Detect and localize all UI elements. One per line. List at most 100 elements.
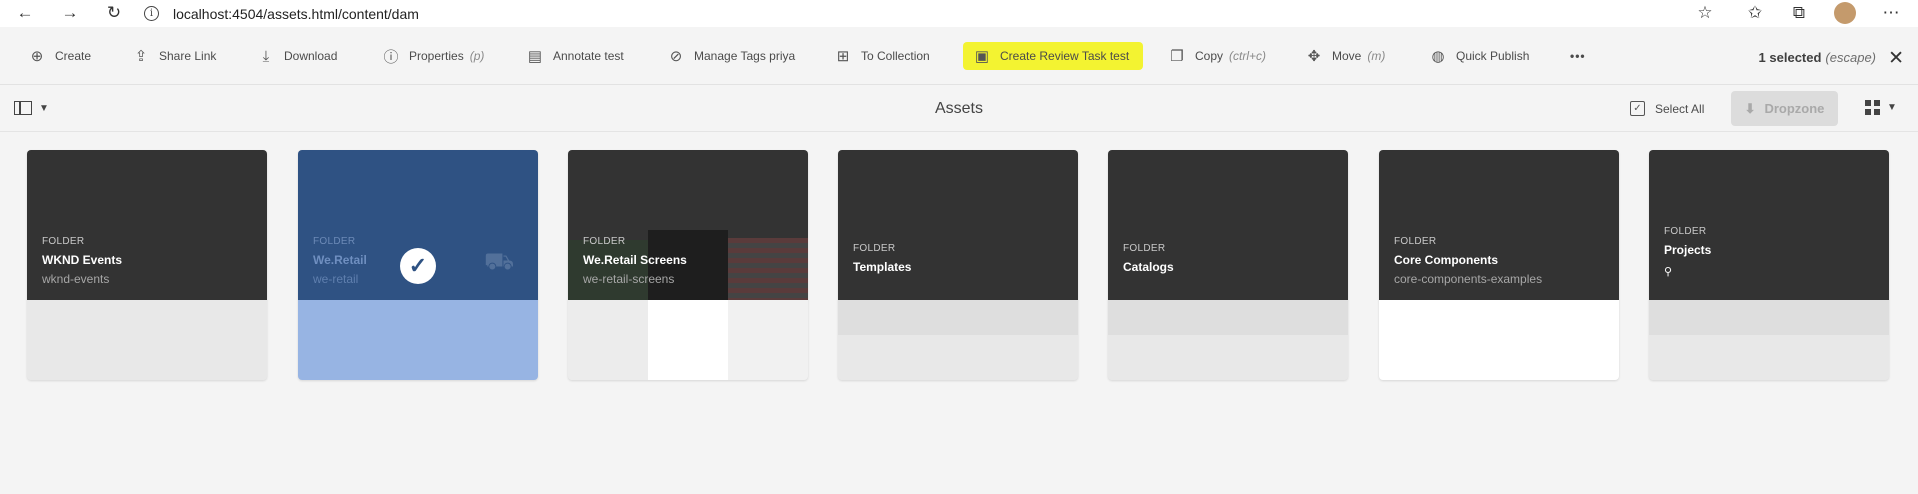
download-arrow-icon: ⬇ xyxy=(1744,100,1756,116)
selected-check-icon[interactable]: ✓ xyxy=(400,248,436,284)
card-type: FOLDER xyxy=(583,236,626,247)
card-title: Catalogs xyxy=(1123,260,1174,274)
move-icon: ✥ xyxy=(1307,48,1321,65)
card-meta: FOLDER We.Retail Screens we-retail-scree… xyxy=(583,236,687,286)
card-thumbnail xyxy=(838,150,1078,300)
annotate-button[interactable]: ▤ Annotate test xyxy=(526,44,624,68)
copy-shortcut: (ctrl+c) xyxy=(1229,49,1267,63)
move-button[interactable]: ✥ Move (m) xyxy=(1305,44,1386,68)
annotate-label: Annotate test xyxy=(553,49,624,63)
folder-card-projects[interactable]: FOLDER Projects ⚲ xyxy=(1649,150,1889,380)
properties-shortcut: (p) xyxy=(469,49,485,63)
card-footer xyxy=(1649,300,1889,380)
info-icon: ⓘ xyxy=(383,48,399,66)
copy-label: Copy xyxy=(1195,49,1224,63)
card-footer xyxy=(27,300,267,380)
selection-count: 1 selected (escape) xyxy=(1759,50,1876,65)
card-title: Projects xyxy=(1664,243,1712,257)
dropzone-button[interactable]: ⬇ Dropzone xyxy=(1731,91,1838,126)
forward-arrow-icon[interactable]: → xyxy=(59,2,81,24)
card-subtitle: we-retail-screens xyxy=(583,272,675,286)
card-thumbnail xyxy=(1108,150,1348,300)
download-icon: ⤓ xyxy=(262,47,270,65)
thumbnail-tile xyxy=(1108,300,1348,335)
copy-icon: ❐ xyxy=(1170,48,1184,65)
view-switcher-button[interactable]: ▼ xyxy=(1865,100,1897,115)
site-info-icon[interactable]: i xyxy=(144,6,159,21)
title-bar: ▼ Assets ✓ Select All ⬇ Dropzone ▼ xyxy=(0,86,1918,132)
refresh-icon[interactable]: ↻ xyxy=(103,2,125,24)
flag-image xyxy=(728,238,808,300)
manage-tags-button[interactable]: ⊘ Manage Tags priya xyxy=(667,44,795,68)
plus-circle-icon: ⊕ xyxy=(30,48,44,65)
create-label: Create xyxy=(55,49,92,63)
card-view-icon xyxy=(1865,100,1880,115)
share-icon: ⇪ xyxy=(134,48,148,65)
create-review-task-label: Create Review Task test xyxy=(1000,49,1130,63)
card-meta: FOLDER WKND Events wknd-events xyxy=(42,236,122,286)
cart-icon: ⛟ xyxy=(484,248,515,275)
quick-publish-label: Quick Publish xyxy=(1456,49,1530,63)
manage-tags-label: Manage Tags priya xyxy=(694,49,796,63)
card-title: We.Retail Screens xyxy=(583,253,687,267)
card-title: WKND Events xyxy=(42,253,123,267)
link-icon: ⚲ xyxy=(1664,266,1673,278)
checkbox-icon: ✓ xyxy=(1630,101,1645,116)
to-collection-button[interactable]: ⊞ To Collection xyxy=(834,44,930,68)
card-meta: FOLDER Projects ⚲ xyxy=(1664,226,1711,278)
create-button[interactable]: ⊕ Create xyxy=(28,44,91,68)
card-footer xyxy=(1379,300,1619,380)
more-actions-button[interactable]: ••• xyxy=(1570,44,1586,68)
thumbnail-tile xyxy=(568,300,648,380)
copy-button[interactable]: ❐ Copy (ctrl+c) xyxy=(1168,44,1266,68)
favorites-icon[interactable]: ✩ xyxy=(1744,2,1766,24)
selection-count-text: 1 selected xyxy=(1758,50,1822,65)
globe-icon: ◍ xyxy=(1431,48,1445,65)
browser-toolbar: ← → ↻ i localhost:4504/assets.html/conte… xyxy=(0,0,1918,27)
card-title: Templates xyxy=(853,260,912,274)
card-meta: FOLDER Catalogs xyxy=(1123,243,1174,274)
card-subtitle: wknd-events xyxy=(42,272,110,286)
card-subtitle: we-retail xyxy=(313,272,359,286)
folder-card-we-retail-screens[interactable]: FOLDER We.Retail Screens we-retail-scree… xyxy=(568,150,808,380)
tag-icon: ⊘ xyxy=(669,48,683,65)
folder-card-we-retail[interactable]: FOLDER We.Retail we-retail ✓ ⛟ xyxy=(298,150,538,380)
properties-button[interactable]: ⓘ Properties (p) xyxy=(382,44,484,68)
back-arrow-icon[interactable]: ← xyxy=(14,2,36,24)
card-meta: FOLDER We.Retail we-retail xyxy=(313,236,367,286)
card-footer xyxy=(1108,300,1348,380)
card-type: FOLDER xyxy=(1394,236,1437,247)
download-button[interactable]: ⤓ Download xyxy=(257,44,338,68)
select-all-button[interactable]: ✓ Select All xyxy=(1630,101,1704,116)
browser-menu-icon[interactable]: ⋯ xyxy=(1880,2,1902,24)
card-meta: FOLDER Core Components core-components-e… xyxy=(1394,236,1542,286)
card-footer xyxy=(298,300,538,380)
thumbnail-tile xyxy=(648,300,728,380)
collections-icon[interactable]: ⧉ xyxy=(1788,2,1810,24)
address-text[interactable]: localhost:4504/assets.html/content/dam xyxy=(173,6,419,22)
card-meta: FOLDER Templates xyxy=(853,243,911,274)
create-review-task-button[interactable]: ▣ Create Review Task test xyxy=(963,42,1144,70)
card-type: FOLDER xyxy=(853,243,896,254)
favorite-add-icon[interactable]: ☆ xyxy=(1694,2,1716,24)
card-title: We.Retail xyxy=(313,253,367,267)
profile-avatar[interactable] xyxy=(1834,2,1856,24)
close-selection-icon[interactable]: ✕ xyxy=(1888,47,1904,70)
card-subtitle: core-components-examples xyxy=(1394,272,1543,286)
folder-card-templates[interactable]: FOLDER Templates xyxy=(838,150,1078,380)
collection-icon: ⊞ xyxy=(836,48,850,65)
folder-card-catalogs[interactable]: FOLDER Catalogs xyxy=(1108,150,1348,380)
card-footer xyxy=(838,300,1078,380)
card-type: FOLDER xyxy=(313,236,356,247)
address-bar[interactable]: i localhost:4504/assets.html/content/dam xyxy=(144,0,419,27)
move-label: Move xyxy=(1332,49,1362,63)
share-link-button[interactable]: ⇪ Share Link xyxy=(132,44,217,68)
selection-escape-hint: (escape) xyxy=(1825,50,1876,65)
folder-card-wknd-events[interactable]: FOLDER WKND Events wknd-events xyxy=(27,150,267,380)
thumbnail-tile xyxy=(838,300,1078,335)
quick-publish-button[interactable]: ◍ Quick Publish xyxy=(1429,44,1529,68)
download-label: Download xyxy=(284,49,338,63)
select-all-label: Select All xyxy=(1655,101,1705,116)
review-task-icon: ▣ xyxy=(974,48,990,65)
folder-card-core-components[interactable]: FOLDER Core Components core-components-e… xyxy=(1379,150,1619,380)
